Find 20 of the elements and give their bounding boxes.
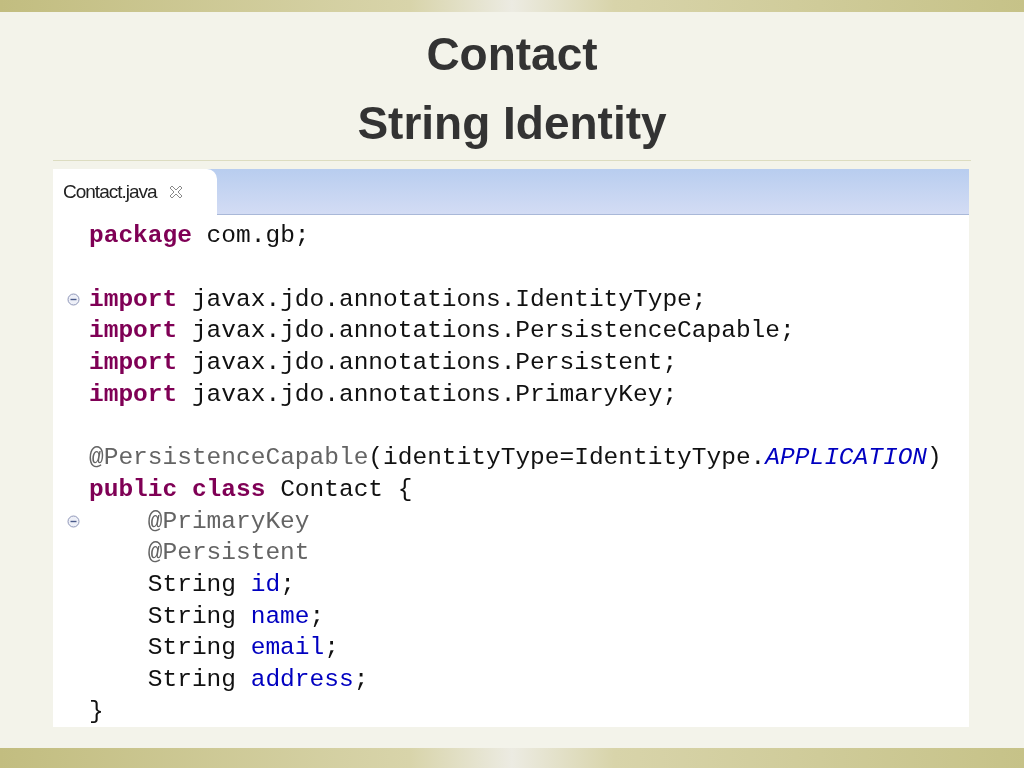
code-line: String id;	[147, 570, 295, 598]
code-line: import javax.jdo.annotations.IdentityType;	[89, 285, 707, 313]
code-line: import javax.jdo.annotations.PersistenceCapable;	[89, 317, 795, 345]
code-line: }	[89, 697, 104, 725]
code-line: import javax.jdo.annotations.PrimaryKey;	[89, 380, 678, 408]
code-line: import javax.jdo.annotations.Persistent;	[89, 349, 678, 377]
code-line: public class Contact {	[89, 475, 413, 503]
code-line: @Persistent	[147, 539, 310, 567]
slide-title: Contact	[426, 27, 598, 82]
code-line: @PrimaryKey	[147, 507, 310, 535]
editor-tab[interactable]: Contact.java	[53, 169, 217, 215]
close-icon[interactable]	[168, 185, 183, 199]
code-line: @PersistenceCapable(identityType=IdentityType.APPLICATION)	[89, 444, 942, 472]
code-line: package com.gb;	[89, 222, 310, 250]
slide-title: String Identity	[357, 96, 667, 151]
collapse-icon[interactable]	[66, 292, 80, 306]
code-line: String name;	[147, 602, 325, 630]
code-line: String email;	[147, 634, 339, 662]
code-line: String address;	[147, 665, 369, 693]
collapse-icon[interactable]	[66, 514, 80, 528]
